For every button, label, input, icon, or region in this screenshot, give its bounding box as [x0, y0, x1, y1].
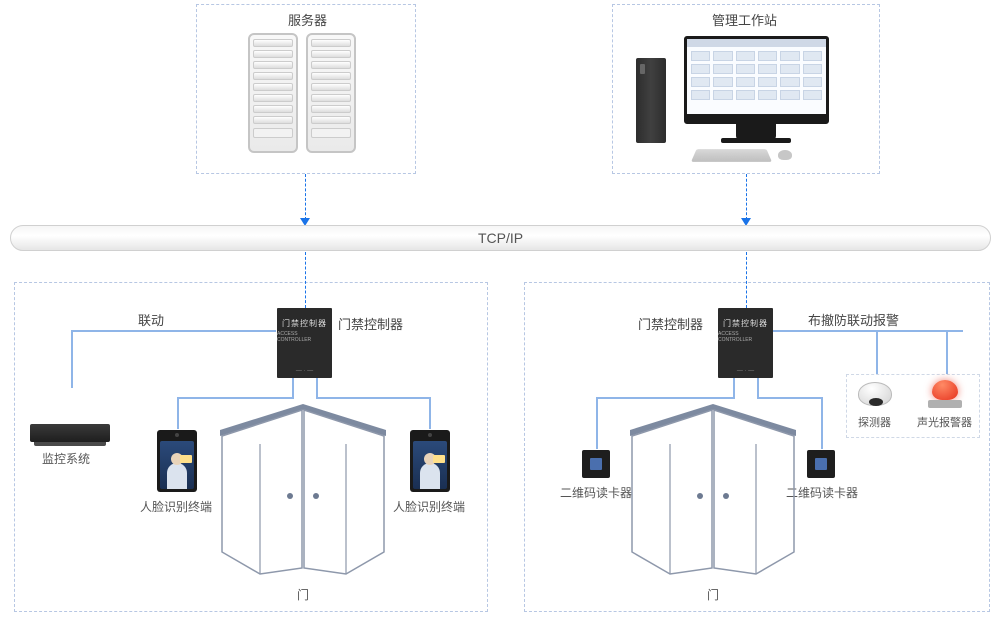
controller-brand: — · —	[737, 368, 754, 374]
pc-tower-icon	[636, 58, 666, 143]
connector-line	[429, 397, 431, 429]
controller-subtitle: ACCESS CONTROLLER	[277, 331, 332, 343]
connector-line	[946, 330, 948, 374]
server-rack-icon	[306, 33, 356, 153]
ptz-camera-icon	[44, 388, 82, 418]
connector-line	[71, 330, 73, 388]
connector-line	[177, 397, 179, 429]
controller-brand: — · —	[296, 368, 313, 374]
monitor-icon	[684, 36, 829, 124]
siren-label: 声光报警器	[917, 414, 972, 430]
face-terminal-icon	[410, 430, 450, 492]
keyboard-icon	[691, 149, 772, 162]
connector-line	[876, 330, 878, 374]
controller-title: 门禁控制器	[282, 318, 327, 329]
connector-line	[177, 397, 294, 399]
access-controller-icon: 门禁控制器 ACCESS CONTROLLER — · —	[277, 308, 332, 378]
controller-title: 门禁控制器	[723, 318, 768, 329]
connector-line	[757, 397, 823, 399]
face-terminal-label: 人脸识别终端	[393, 498, 465, 515]
connector-line	[71, 330, 276, 332]
connector-line	[316, 378, 318, 398]
connector-line	[292, 378, 294, 398]
network-bus: TCP/IP	[10, 225, 991, 251]
qr-reader-icon	[582, 450, 610, 478]
face-terminal-icon	[157, 430, 197, 492]
qr-reader-icon	[807, 450, 835, 478]
door-icon	[628, 400, 798, 575]
mouse-icon	[778, 150, 792, 160]
controller-label: 门禁控制器	[638, 314, 703, 333]
connector-line	[757, 378, 759, 398]
connector-line	[773, 330, 963, 332]
access-controller-icon: 门禁控制器 ACCESS CONTROLLER — · —	[718, 308, 773, 378]
connector-line	[821, 397, 823, 449]
door-label: 门	[297, 586, 309, 603]
connector-line	[746, 174, 747, 220]
detector-label: 探测器	[858, 414, 891, 430]
connector-line	[305, 252, 306, 308]
qr-reader-label: 二维码读卡器	[560, 484, 632, 501]
connector-line	[305, 174, 306, 220]
server-rack-icon	[248, 33, 298, 153]
detector-icon	[858, 382, 892, 406]
connector-line	[596, 397, 735, 399]
siren-icon	[928, 380, 962, 408]
monitor-base-icon	[721, 138, 791, 143]
door-icon	[218, 400, 388, 575]
bus-label: TCP/IP	[478, 230, 523, 246]
linkage-label: 联动	[138, 310, 164, 329]
connector-line	[733, 378, 735, 398]
alarm-linkage-label: 布撤防联动报警	[808, 310, 899, 329]
controller-subtitle: ACCESS CONTROLLER	[718, 331, 773, 343]
connector-line	[746, 252, 747, 308]
connector-line	[596, 397, 598, 449]
door-label: 门	[707, 586, 719, 603]
controller-label: 门禁控制器	[338, 314, 403, 333]
nvr-icon	[30, 424, 110, 442]
workstation-label: 管理工作站	[712, 10, 777, 29]
face-terminal-label: 人脸识别终端	[140, 498, 212, 515]
surveillance-label: 监控系统	[42, 450, 90, 467]
server-label: 服务器	[288, 10, 327, 29]
connector-line	[316, 397, 431, 399]
